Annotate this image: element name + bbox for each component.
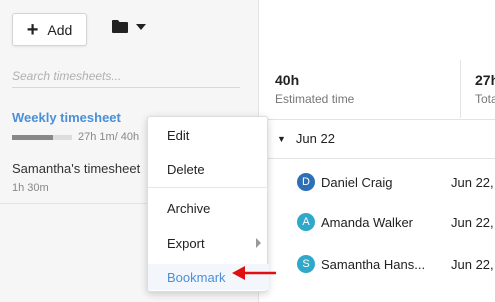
stat-label: Tota: [475, 92, 495, 106]
stat-value: 27h: [475, 72, 495, 88]
timesheet-detail: 40h Estimated time 27h Tota ▼ Jun 22 D D…: [258, 0, 495, 302]
table-row[interactable]: S Samantha Hans... Jun 22,: [297, 252, 495, 276]
timesheet-time: 1h 30m: [12, 182, 49, 194]
entry-date: Jun 22,: [451, 214, 494, 230]
menu-item-archive[interactable]: Archive: [148, 195, 269, 221]
entry-date: Jun 22,: [451, 174, 494, 190]
table-row[interactable]: D Daniel Craig Jun 22,: [297, 170, 495, 194]
stat-value: 40h: [275, 72, 300, 88]
menu-item-edit[interactable]: Edit: [148, 122, 269, 148]
stat-estimated: 40h Estimated time: [275, 72, 354, 106]
folder-icon: [112, 20, 128, 33]
stat-total: 27h Tota: [475, 72, 495, 106]
divider: [259, 158, 495, 159]
menu-item-label: Export: [167, 235, 205, 251]
divider: [460, 60, 461, 118]
plus-icon: +: [26, 18, 39, 41]
entry-user: Amanda Walker: [321, 214, 413, 230]
timesheet-time: 27h 1m/ 40h: [78, 131, 140, 143]
annotation-arrow-icon: [232, 266, 276, 280]
table-row[interactable]: A Amanda Walker Jun 22,: [297, 210, 495, 234]
avatar: S: [297, 255, 315, 273]
avatar: D: [297, 173, 315, 191]
timesheet-progress-bar: [12, 134, 72, 140]
caret-down-icon: ▼: [277, 133, 286, 144]
menu-item-delete[interactable]: Delete: [148, 156, 269, 182]
submenu-arrow-icon: [256, 238, 261, 248]
search-input[interactable]: [12, 64, 240, 88]
menu-item-export[interactable]: Export: [148, 230, 269, 256]
group-header[interactable]: ▼ Jun 22: [277, 131, 335, 146]
avatar: A: [297, 213, 315, 231]
caret-down-icon: [136, 23, 146, 30]
divider: [259, 119, 495, 120]
entry-user: Daniel Craig: [321, 174, 393, 190]
add-button[interactable]: + Add: [12, 13, 87, 46]
stat-label: Estimated time: [275, 92, 355, 106]
entry-date: Jun 22,: [451, 256, 494, 272]
folder-dropdown-button[interactable]: [112, 20, 146, 33]
menu-divider: [148, 187, 269, 188]
add-button-label: Add: [47, 21, 73, 38]
group-label: Jun 22: [295, 131, 335, 146]
entry-user: Samantha Hans...: [321, 256, 426, 272]
